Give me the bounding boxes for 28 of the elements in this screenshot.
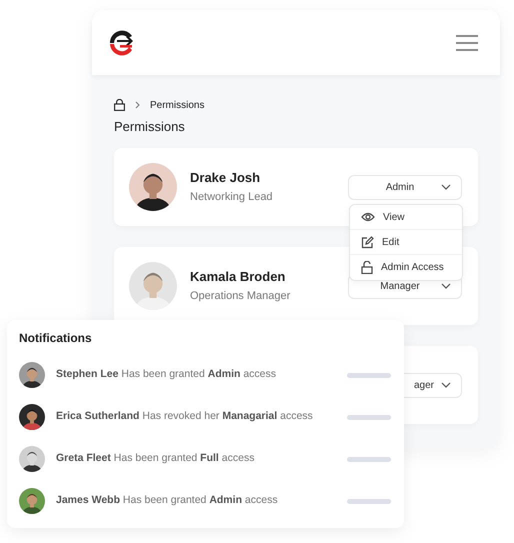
logo-icon <box>108 28 136 56</box>
placeholder-bar <box>347 414 391 420</box>
padlock-icon[interactable] <box>114 99 125 111</box>
chevron-down-icon <box>441 184 451 190</box>
notification-text: Greta Fleet Has been granted Full access <box>56 451 254 466</box>
notification-text: Erica Sutherland Has revoked her Managarial access <box>56 409 313 424</box>
placeholder-bar <box>347 498 391 504</box>
user-role: Networking Lead <box>190 190 273 204</box>
chevron-down-icon <box>441 382 451 388</box>
notifications-title: Notifications <box>19 331 93 346</box>
notification-text: James Webb Has been granted Admin access <box>56 493 278 508</box>
menu-item[interactable]: Edit <box>350 230 462 255</box>
notification-text: Stephen Lee Has been granted Admin access <box>56 367 276 382</box>
page-title: Permissions <box>114 119 186 135</box>
user-role: Operations Manager <box>190 289 290 303</box>
placeholder-bar <box>347 372 391 378</box>
access-select[interactable]: Admin <box>348 174 462 200</box>
user-name: Drake Josh <box>190 170 262 186</box>
placeholder-bar <box>347 456 391 462</box>
edit-icon <box>361 236 374 248</box>
user-name: Kamala Broden <box>190 269 286 285</box>
unlocked-padlock-icon <box>361 261 373 274</box>
eye-icon <box>361 212 375 222</box>
chevron-down-icon <box>441 283 451 289</box>
chevron-right-icon <box>135 101 140 109</box>
breadcrumb-current: Permissions <box>150 98 204 112</box>
menu-item[interactable]: View <box>350 205 462 230</box>
menu-button[interactable] <box>456 34 478 50</box>
